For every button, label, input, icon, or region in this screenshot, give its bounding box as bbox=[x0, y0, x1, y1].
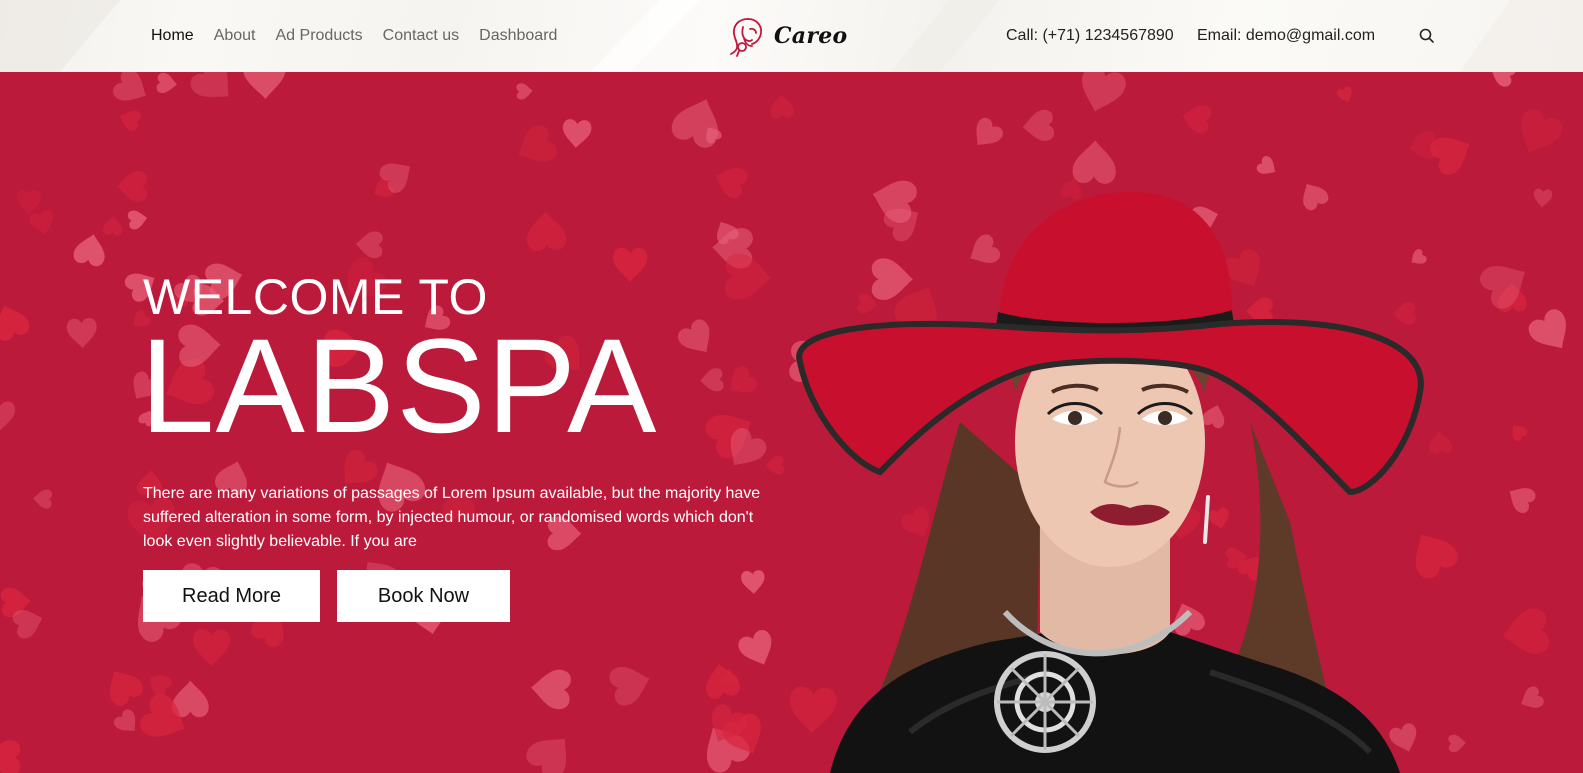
heart-decoration bbox=[765, 455, 785, 475]
heart-decoration bbox=[740, 569, 766, 595]
heart-decoration bbox=[668, 91, 729, 152]
heart-decoration bbox=[28, 208, 57, 238]
heart-decoration bbox=[561, 118, 592, 149]
heart-decoration bbox=[966, 114, 1006, 154]
heart-decoration bbox=[192, 628, 231, 667]
heart-decoration bbox=[525, 210, 567, 252]
heart-decoration bbox=[1448, 734, 1467, 753]
heart-decoration bbox=[355, 230, 383, 259]
hero-brand-title: LABSPA bbox=[140, 312, 658, 461]
hero-section: WELCOME TO LABSPA There are many variati… bbox=[0, 72, 1583, 773]
heart-decoration bbox=[0, 740, 21, 773]
woman-in-red-hat bbox=[796, 192, 1424, 773]
heart-decoration bbox=[529, 667, 572, 710]
heart-decoration bbox=[1507, 420, 1529, 443]
site-header: Home About Ad Products Contact us Dashbo… bbox=[0, 0, 1583, 72]
heart-decoration bbox=[116, 106, 143, 133]
nav-dashboard[interactable]: Dashboard bbox=[479, 27, 557, 45]
woman-face-icon bbox=[730, 18, 762, 57]
nav-contact-us[interactable]: Contact us bbox=[383, 27, 459, 45]
heart-decoration bbox=[607, 659, 655, 708]
book-now-button[interactable]: Book Now bbox=[337, 570, 510, 622]
heart-decoration bbox=[1499, 606, 1551, 659]
heart-decoration bbox=[1335, 84, 1356, 106]
main-nav: Home About Ad Products Contact us Dashbo… bbox=[151, 0, 557, 72]
nav-ad-products[interactable]: Ad Products bbox=[276, 27, 363, 45]
heart-decoration bbox=[710, 161, 750, 201]
heart-decoration bbox=[510, 121, 561, 172]
heart-decoration bbox=[111, 707, 144, 739]
heart-decoration bbox=[516, 82, 534, 100]
heart-decoration bbox=[698, 367, 725, 393]
heart-decoration bbox=[110, 72, 154, 111]
heart-decoration bbox=[674, 316, 720, 362]
nav-home[interactable]: Home bbox=[151, 27, 194, 45]
contact-email[interactable]: Email: demo@gmail.com bbox=[1197, 0, 1375, 72]
heart-decoration bbox=[127, 208, 149, 231]
read-more-button[interactable]: Read More bbox=[143, 570, 320, 622]
heart-decoration bbox=[1532, 188, 1553, 209]
heart-decoration bbox=[521, 725, 581, 773]
heart-decoration bbox=[1475, 252, 1537, 313]
heart-decoration bbox=[155, 72, 179, 95]
heart-decoration bbox=[1509, 105, 1566, 162]
hero-description: There are many variations of passages of… bbox=[143, 485, 761, 550]
contact-phone[interactable]: Call: (+71) 1234567890 bbox=[1006, 0, 1174, 72]
heart-decoration bbox=[1516, 684, 1546, 714]
heart-decoration bbox=[66, 317, 98, 349]
heart-decoration bbox=[0, 401, 16, 432]
heart-decoration bbox=[1021, 109, 1055, 143]
heart-decoration bbox=[1254, 154, 1281, 180]
heart-decoration bbox=[735, 627, 780, 672]
heart-decoration bbox=[32, 488, 53, 509]
search-icon[interactable] bbox=[1418, 27, 1436, 45]
heart-decoration bbox=[769, 93, 795, 120]
heart-decoration bbox=[1073, 72, 1129, 119]
heart-decoration bbox=[0, 299, 33, 344]
site-logo[interactable]: Careo bbox=[728, 14, 848, 58]
heart-decoration bbox=[116, 171, 148, 202]
heart-decoration bbox=[724, 252, 773, 301]
heart-decoration bbox=[1485, 72, 1519, 89]
heart-decoration bbox=[143, 668, 174, 699]
heart-decoration bbox=[16, 189, 42, 215]
heart-decoration bbox=[71, 230, 109, 268]
heart-decoration bbox=[242, 72, 287, 100]
necklace-pendant bbox=[994, 651, 1096, 753]
heart-decoration bbox=[1179, 101, 1213, 135]
heart-decoration bbox=[1502, 480, 1538, 516]
heart-decoration bbox=[102, 215, 124, 237]
heart-decoration bbox=[1524, 305, 1579, 359]
heart-decoration bbox=[612, 247, 648, 283]
heart-decoration bbox=[1072, 139, 1117, 185]
nav-about[interactable]: About bbox=[214, 27, 256, 45]
heart-decoration bbox=[99, 662, 147, 710]
logo-text: Careo bbox=[774, 23, 848, 49]
heart-decoration bbox=[186, 72, 243, 112]
heart-decoration bbox=[722, 363, 760, 402]
